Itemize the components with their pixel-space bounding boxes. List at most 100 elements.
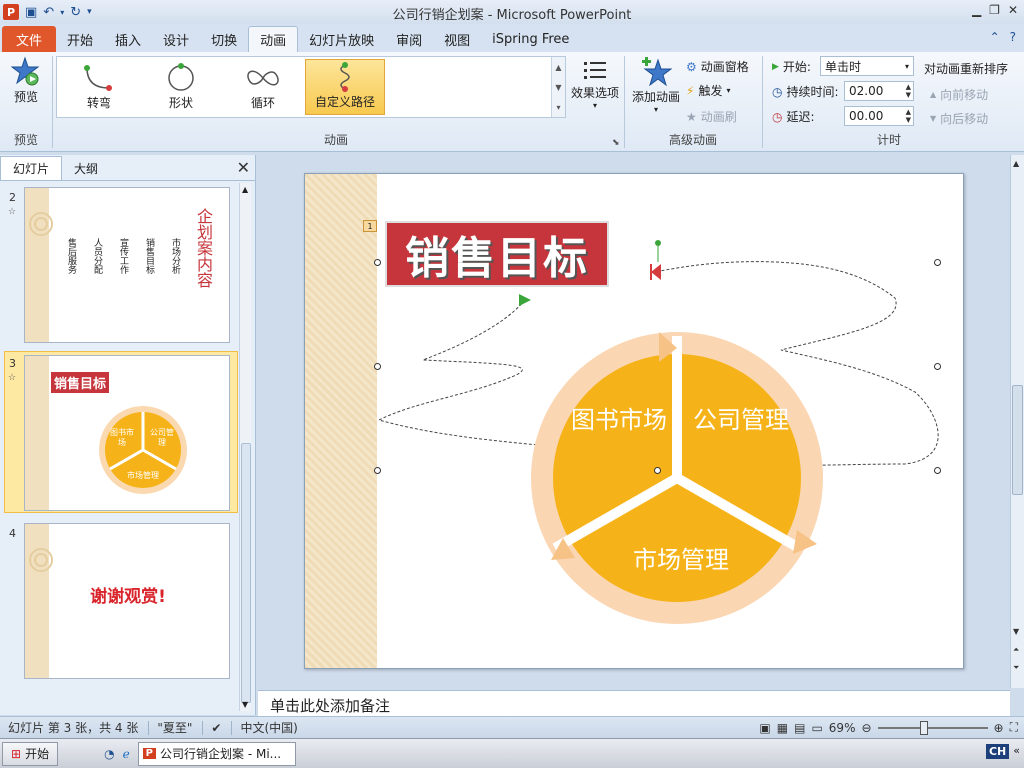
trigger-button[interactable]: ⚡ 触发 ▾ [686,82,730,99]
slide-sorter-icon[interactable]: ▦ [777,721,788,735]
gallery-more-icon[interactable]: ▾ [556,103,560,112]
help-icon[interactable]: ? [1010,30,1016,44]
collapse-ribbon-icon[interactable]: ⌃ [990,30,1000,44]
gallery-scrollbar[interactable]: ▲ ▼ ▾ [551,57,565,117]
delay-spinner-icon[interactable]: ▲ ▼ [906,108,911,124]
taskbar-item-label: 公司行销企划案 - Mi... [160,747,282,761]
tab-slides[interactable]: 幻灯片 [0,156,63,180]
animation-painter-button[interactable]: ★ 动画刷 [686,108,737,125]
duration-field[interactable]: 02.00 ▲ ▼ [844,81,914,101]
scroll-down-icon[interactable]: ▼ [1013,627,1019,636]
zoom-in-icon[interactable]: ⊕ [994,721,1004,735]
reading-view-icon[interactable]: ▤ [794,721,805,735]
fit-to-window-icon[interactable]: ⛶ [1010,720,1018,735]
zoom-level[interactable]: 69% [829,721,856,735]
animation-turns[interactable]: 转弯 [59,59,139,115]
selection-handle[interactable] [374,467,381,474]
slideshow-icon[interactable]: ▭ [811,721,822,735]
ribbon: 预览 预览 转弯 形状 循环 自定义路径 ▲ ▼ ▾ 动画 效果选项 ▾ ⬊ 添… [0,52,1024,152]
ime-indicator[interactable]: CH [985,744,1010,759]
rotation-handle-icon[interactable] [655,240,661,246]
scroll-down-icon[interactable]: ▼ [242,700,248,709]
gallery-down-icon[interactable]: ▼ [555,83,561,92]
start-dropdown[interactable]: 单击时 ▾ [820,56,914,76]
cycle-diagram[interactable] [531,326,823,628]
tab-home[interactable]: 开始 [56,26,104,52]
selection-handle[interactable] [934,363,941,370]
next-slide-icon[interactable]: ⏷ [1013,663,1019,673]
notes-area[interactable]: 单击此处添加备注 [258,690,1010,716]
close-icon[interactable]: ✕ [1008,3,1018,17]
current-slide[interactable]: 1 销售目标 图书市场 公司管理 市场管理 [304,173,964,669]
theme-status[interactable]: "夏至" [157,719,192,736]
pane-scroll-thumb[interactable] [241,443,251,703]
turns-path-icon [84,65,112,91]
editor-scrollbar[interactable]: ▲ ▼ ⏶ ⏷ [1010,155,1024,688]
selection-handle[interactable] [654,467,661,474]
zoom-out-icon[interactable]: ⊖ [861,721,871,735]
quick-launch-icon[interactable]: ◔ [104,747,114,761]
save-icon[interactable]: ▣ [25,5,37,20]
editor-scroll-thumb[interactable] [1012,385,1023,495]
selection-handle[interactable] [374,259,381,266]
tab-insert[interactable]: 插入 [104,26,152,52]
tab-animations[interactable]: 动画 [248,26,299,52]
slide-thumbnail-4[interactable]: 谢谢观赏! [24,523,230,679]
swirl-decoration-icon [29,548,53,572]
start-button[interactable]: ⊞ 开始 [2,741,59,766]
tray-expand-icon[interactable]: « [1013,744,1020,759]
tab-review[interactable]: 审阅 [385,26,433,52]
animation-shape[interactable]: 形状 [141,59,221,115]
segment-label-book-market[interactable]: 图书市场 [571,404,667,436]
tab-outline[interactable]: 大纲 [62,156,110,180]
move-later-button[interactable]: ▼ 向后移动 [930,110,988,127]
close-icon[interactable]: ✕ [237,158,250,177]
browser-icon[interactable]: ℯ [123,747,130,761]
delay-field[interactable]: 00.00 ▲ ▼ [844,106,914,126]
tab-ispring[interactable]: iSpring Free [481,26,580,52]
minimize-icon[interactable]: ▁ [972,3,981,17]
slide-thumbnail-2[interactable]: 售后服务 人员分配 宣传工作 销售目标 市场分析 企划案内容 [24,187,230,343]
duration-spinner-icon[interactable]: ▲ ▼ [906,83,911,99]
effect-options-button[interactable]: 效果选项 ▾ [570,58,620,110]
scroll-up-icon[interactable]: ▲ [242,185,248,194]
tab-view[interactable]: 视图 [433,26,481,52]
animation-loop[interactable]: 循环 [223,59,303,115]
selection-handle[interactable] [934,259,941,266]
animation-pane-button[interactable]: ⚙ 动画窗格 [686,58,749,75]
scroll-up-icon[interactable]: ▲ [1013,159,1019,168]
segment-label-market-management[interactable]: 市场管理 [611,544,751,576]
customize-qat-icon[interactable]: ▾ [87,7,92,17]
animation-custom-path[interactable]: 自定义路径 [305,59,385,115]
tab-file[interactable]: 文件 [2,26,57,52]
add-animation-button[interactable]: 添加动画 ▾ [630,56,682,114]
pane-scrollbar[interactable]: ▲ ▼ [239,183,251,711]
move-later-label: 向后移动 [940,112,989,126]
normal-view-icon[interactable]: ▣ [759,721,770,735]
restore-icon[interactable]: ❐ [989,3,1000,17]
tab-slideshow[interactable]: 幻灯片放映 [298,26,385,52]
up-arrow-icon: ▲ [930,90,937,99]
segment-label-company-management[interactable]: 公司管理 [693,404,789,436]
language-status[interactable]: 中文(中国) [240,719,297,736]
move-earlier-button[interactable]: ▲ 向前移动 [930,86,988,103]
undo-icon[interactable]: ↶ [43,5,54,20]
spell-check-icon[interactable]: ✔ [211,721,221,735]
custom-path-icon [340,62,350,92]
dialog-launcher-icon[interactable]: ⬊ [612,138,620,148]
gallery-up-icon[interactable]: ▲ [555,63,561,72]
powerpoint-icon[interactable]: P [3,4,19,20]
tab-transitions[interactable]: 切换 [200,26,248,52]
selection-handle[interactable] [934,467,941,474]
redo-icon[interactable]: ↻ [70,5,81,20]
previous-slide-icon[interactable]: ⏶ [1013,645,1019,655]
zoom-slider[interactable] [877,720,988,735]
taskbar-item-powerpoint[interactable]: P 公司行销企划案 - Mi... [137,741,296,766]
slide-thumbnail-3[interactable]: 销售目标 图书市场 公司管理 市场管理 [24,355,230,511]
preview-button[interactable]: 预览 [8,56,44,105]
ribbon-right-controls: ⌃ ? [990,30,1016,44]
tab-design[interactable]: 设计 [152,26,200,52]
dropdown-arrow-icon[interactable]: ▾ [60,8,64,17]
zoom-slider-knob[interactable] [919,720,928,735]
selection-handle[interactable] [374,363,381,370]
